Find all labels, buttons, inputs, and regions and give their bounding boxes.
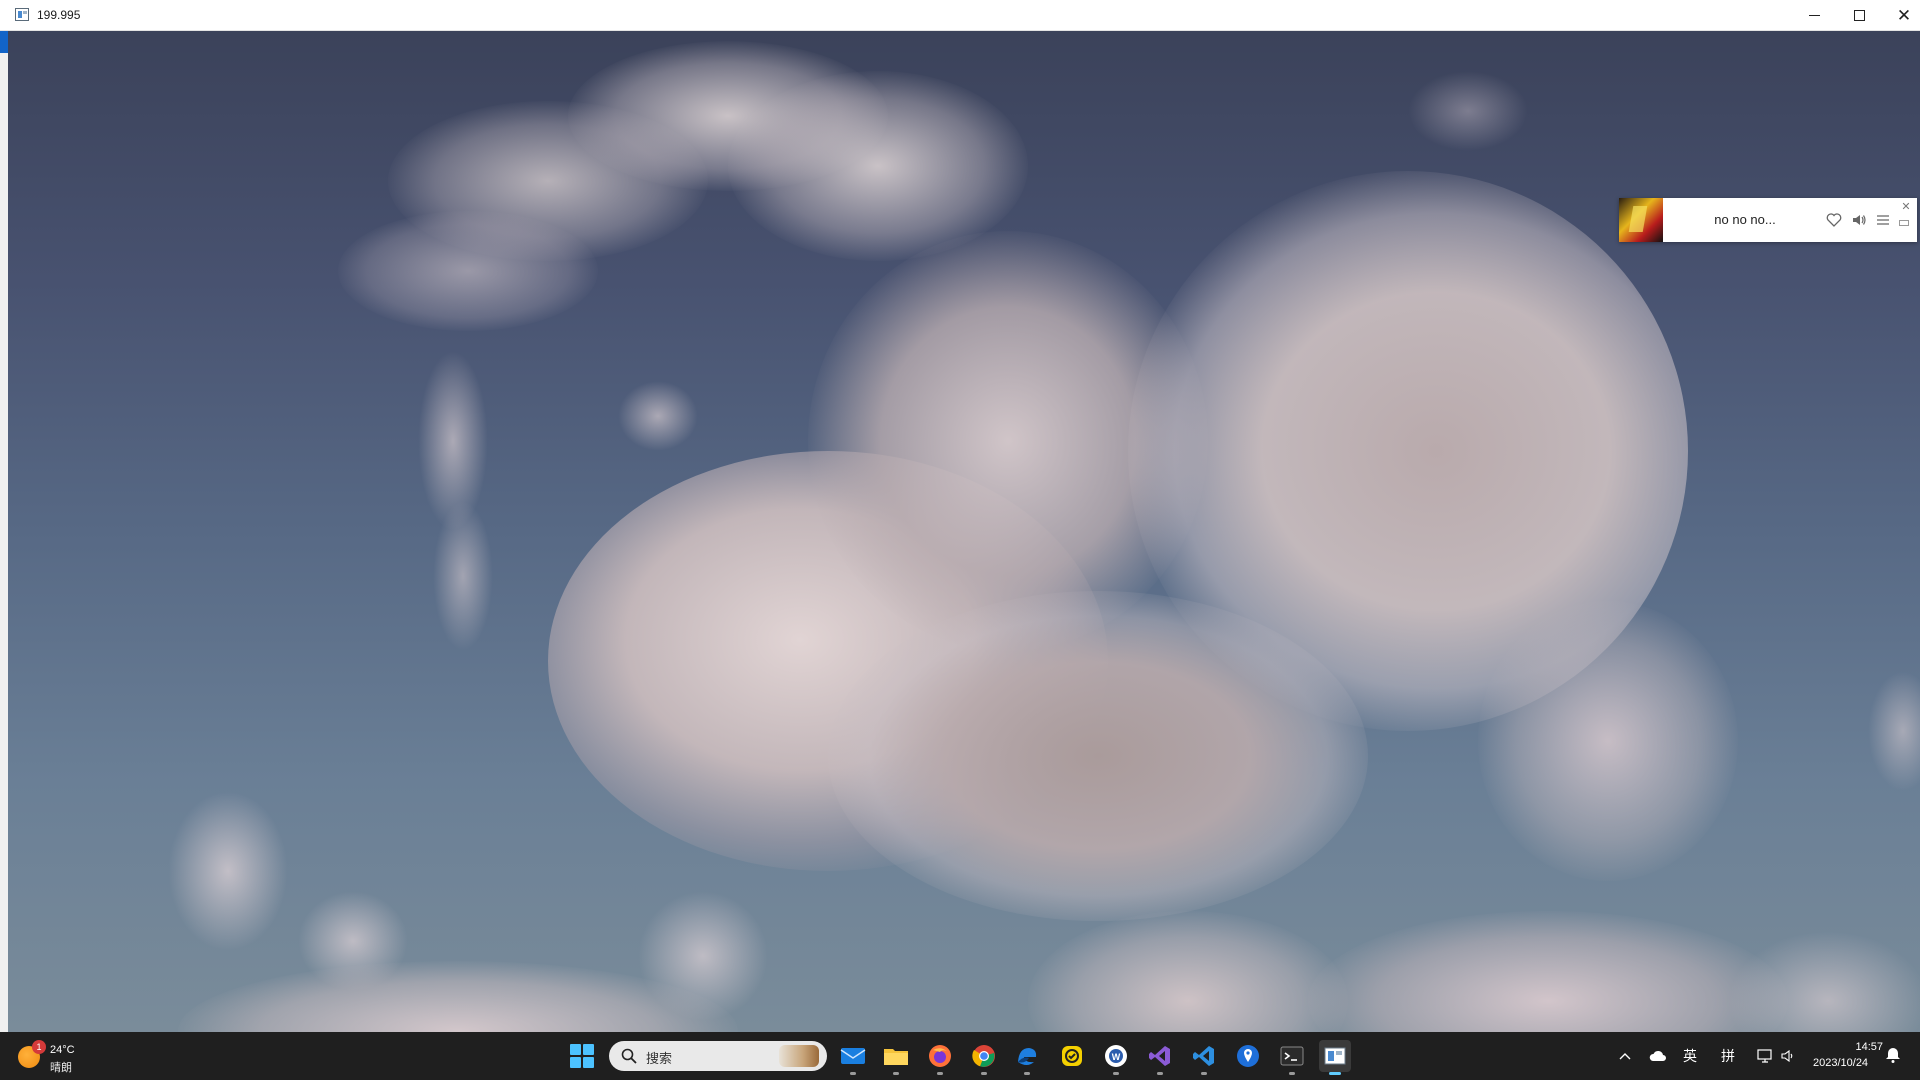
cloud xyxy=(1408,71,1528,151)
todo-app[interactable] xyxy=(1056,1040,1088,1072)
running-indicator xyxy=(981,1072,987,1075)
terminal-app[interactable] xyxy=(1276,1040,1308,1075)
notification-bell-icon xyxy=(1886,1048,1900,1063)
cloud-icon xyxy=(1649,1050,1666,1061)
word-app-icon: W xyxy=(1105,1045,1127,1067)
active-app-icon xyxy=(1324,1047,1346,1065)
mail-app[interactable] xyxy=(837,1040,869,1075)
maps-app[interactable] xyxy=(1232,1040,1264,1072)
close-icon[interactable]: ✕ xyxy=(1899,200,1913,214)
notification-center-button[interactable] xyxy=(1884,1046,1904,1066)
app-window: 199.995 ✕ xyxy=(0,0,1920,1032)
left-edge-accent xyxy=(0,31,8,53)
running-indicator xyxy=(1157,1072,1163,1075)
terminal-icon xyxy=(1280,1046,1304,1066)
visual-studio-app[interactable] xyxy=(1144,1040,1176,1075)
album-art[interactable] xyxy=(1619,198,1663,242)
maximize-button[interactable] xyxy=(1837,0,1881,31)
minimize-icon xyxy=(1808,15,1820,16)
windows-logo-tile xyxy=(570,1044,581,1055)
file-explorer-icon xyxy=(884,1049,908,1065)
weather-condition: 晴朗 xyxy=(50,1062,72,1074)
running-indicator xyxy=(850,1072,856,1075)
left-edge-strip xyxy=(0,31,8,1032)
weather-temperature: 24°C xyxy=(50,1044,75,1056)
weather-widget[interactable]: 1 24°C 晴朗 xyxy=(18,1040,98,1074)
running-indicator xyxy=(937,1072,943,1075)
running-indicator xyxy=(1113,1072,1119,1075)
taskbar-search[interactable]: 搜索 xyxy=(609,1041,827,1071)
music-mini-player[interactable]: no no no... ✕ xyxy=(1619,198,1917,242)
firefox-icon xyxy=(929,1045,951,1067)
maps-icon xyxy=(1237,1045,1259,1067)
restore-icon[interactable] xyxy=(1899,220,1909,226)
network-button[interactable] xyxy=(1754,1046,1776,1066)
playlist-icon[interactable] xyxy=(1874,211,1892,229)
clock-date[interactable]: 2023/10/24 xyxy=(1813,1057,1868,1069)
close-icon: ✕ xyxy=(1896,5,1912,25)
visual-studio-icon xyxy=(1149,1046,1170,1066)
volume-button[interactable] xyxy=(1777,1046,1799,1066)
chrome-icon xyxy=(972,1045,995,1067)
network-icon xyxy=(1757,1049,1772,1063)
cloud xyxy=(1868,671,1920,791)
mail-icon xyxy=(840,1048,866,1064)
firefox-app[interactable] xyxy=(924,1040,956,1075)
show-hidden-icons-button[interactable] xyxy=(1617,1046,1633,1066)
edge-dev-app[interactable] xyxy=(1011,1040,1043,1075)
search-highlight-image xyxy=(779,1045,819,1067)
cloud xyxy=(168,791,288,951)
running-indicator xyxy=(893,1072,899,1075)
running-indicator xyxy=(1289,1072,1295,1075)
chevron-up-icon xyxy=(1619,1053,1631,1060)
cloud xyxy=(1028,911,1348,1032)
onedrive-button[interactable] xyxy=(1647,1046,1669,1066)
notification-badge: 1 xyxy=(32,1040,46,1054)
cloud xyxy=(1728,931,1920,1032)
windows-logo-tile xyxy=(583,1057,594,1068)
running-indicator xyxy=(1329,1072,1341,1075)
active-app[interactable] xyxy=(1319,1040,1351,1075)
chrome-app[interactable] xyxy=(968,1040,1000,1075)
volume-icon[interactable] xyxy=(1850,211,1868,229)
track-title[interactable]: no no no... xyxy=(1675,198,1815,242)
heart-icon[interactable] xyxy=(1825,211,1843,229)
svg-text:W: W xyxy=(1112,1052,1121,1062)
maximize-icon xyxy=(1853,10,1865,21)
cloud xyxy=(1308,911,1788,1032)
vscode-icon xyxy=(1193,1046,1214,1066)
search-icon xyxy=(621,1048,637,1064)
windows-logo-tile xyxy=(570,1057,581,1068)
cloud xyxy=(338,211,598,331)
ime-mode-toggle[interactable]: 拼 xyxy=(1717,1046,1739,1066)
close-button[interactable]: ✕ xyxy=(1882,0,1920,31)
vscode-app[interactable] xyxy=(1188,1040,1220,1075)
file-explorer-app[interactable] xyxy=(880,1040,912,1075)
window-title: 199.995 xyxy=(37,8,81,22)
speaker-icon xyxy=(1781,1050,1793,1062)
windows-logo-tile xyxy=(583,1044,594,1055)
todo-app-icon xyxy=(1062,1046,1082,1066)
sky-render-viewport[interactable] xyxy=(8,31,1920,1032)
ime-language-toggle[interactable]: 英 xyxy=(1679,1046,1701,1066)
word-app[interactable]: W xyxy=(1100,1040,1132,1075)
running-indicator xyxy=(1201,1072,1207,1075)
title-bar[interactable]: 199.995 ✕ xyxy=(0,0,1920,31)
edge-dev-icon xyxy=(1018,1048,1037,1065)
search-placeholder: 搜索 xyxy=(646,1051,673,1066)
app-icon xyxy=(15,8,29,21)
cloud xyxy=(618,381,698,451)
taskbar: 1 24°C 晴朗 搜索 W 英 拼 14:57 2023/10/24 xyxy=(0,1032,1920,1080)
cloud xyxy=(1478,601,1738,881)
minimize-button[interactable] xyxy=(1792,0,1836,31)
running-indicator xyxy=(1024,1072,1030,1075)
cloud xyxy=(433,501,493,651)
start-button[interactable] xyxy=(570,1044,594,1068)
